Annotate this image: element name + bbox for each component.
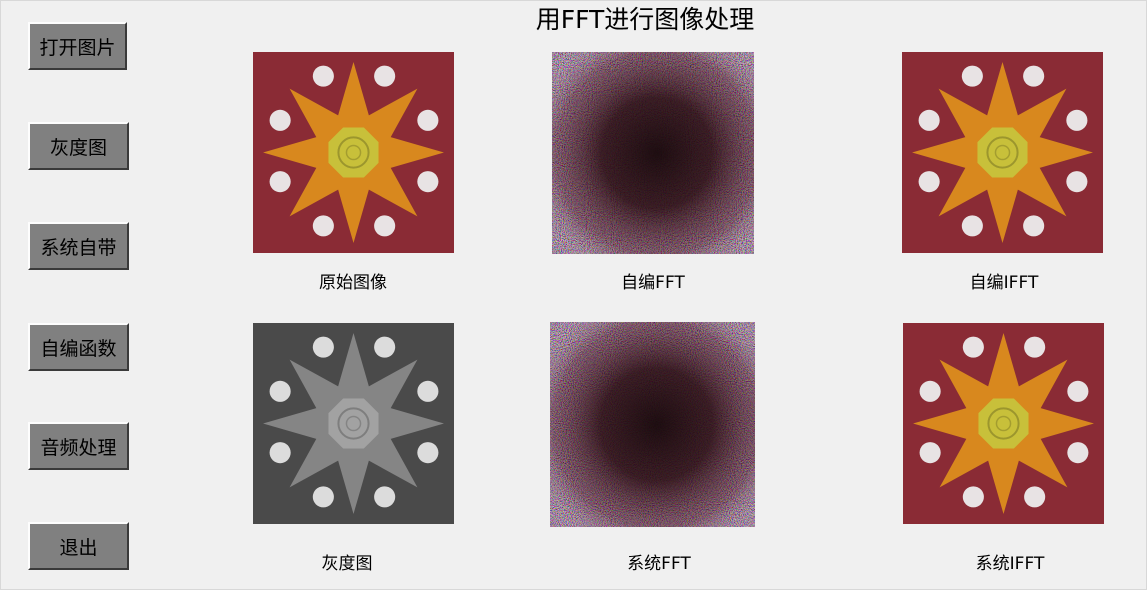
custom-ifft-caption: 自编IFFT (969, 273, 1039, 293)
system-ifft-caption: 系统IFFT (975, 554, 1045, 574)
grayscale-image (253, 323, 454, 524)
figure-title: 用FFT进行图像处理 (535, 5, 755, 34)
custom-ifft-image (902, 52, 1103, 253)
grayscale-caption: 灰度图 (321, 554, 373, 574)
builtin-fft-button[interactable]: 系统自带 (28, 222, 129, 270)
grayscale-button[interactable]: 灰度图 (28, 122, 129, 170)
exit-button[interactable]: 退出 (28, 522, 129, 570)
system-ifft-image (903, 323, 1104, 524)
original-image-caption: 原始图像 (319, 273, 387, 293)
custom-fft-caption: 自编FFT (621, 273, 685, 293)
system-fft-caption: 系统FFT (627, 554, 691, 574)
custom-fft-image (552, 52, 754, 254)
open-image-button[interactable]: 打开图片 (28, 22, 127, 70)
system-fft-image (550, 322, 755, 527)
original-image (253, 52, 454, 253)
custom-fft-button[interactable]: 自编函数 (28, 323, 129, 371)
audio-processing-button[interactable]: 音频处理 (28, 422, 129, 470)
